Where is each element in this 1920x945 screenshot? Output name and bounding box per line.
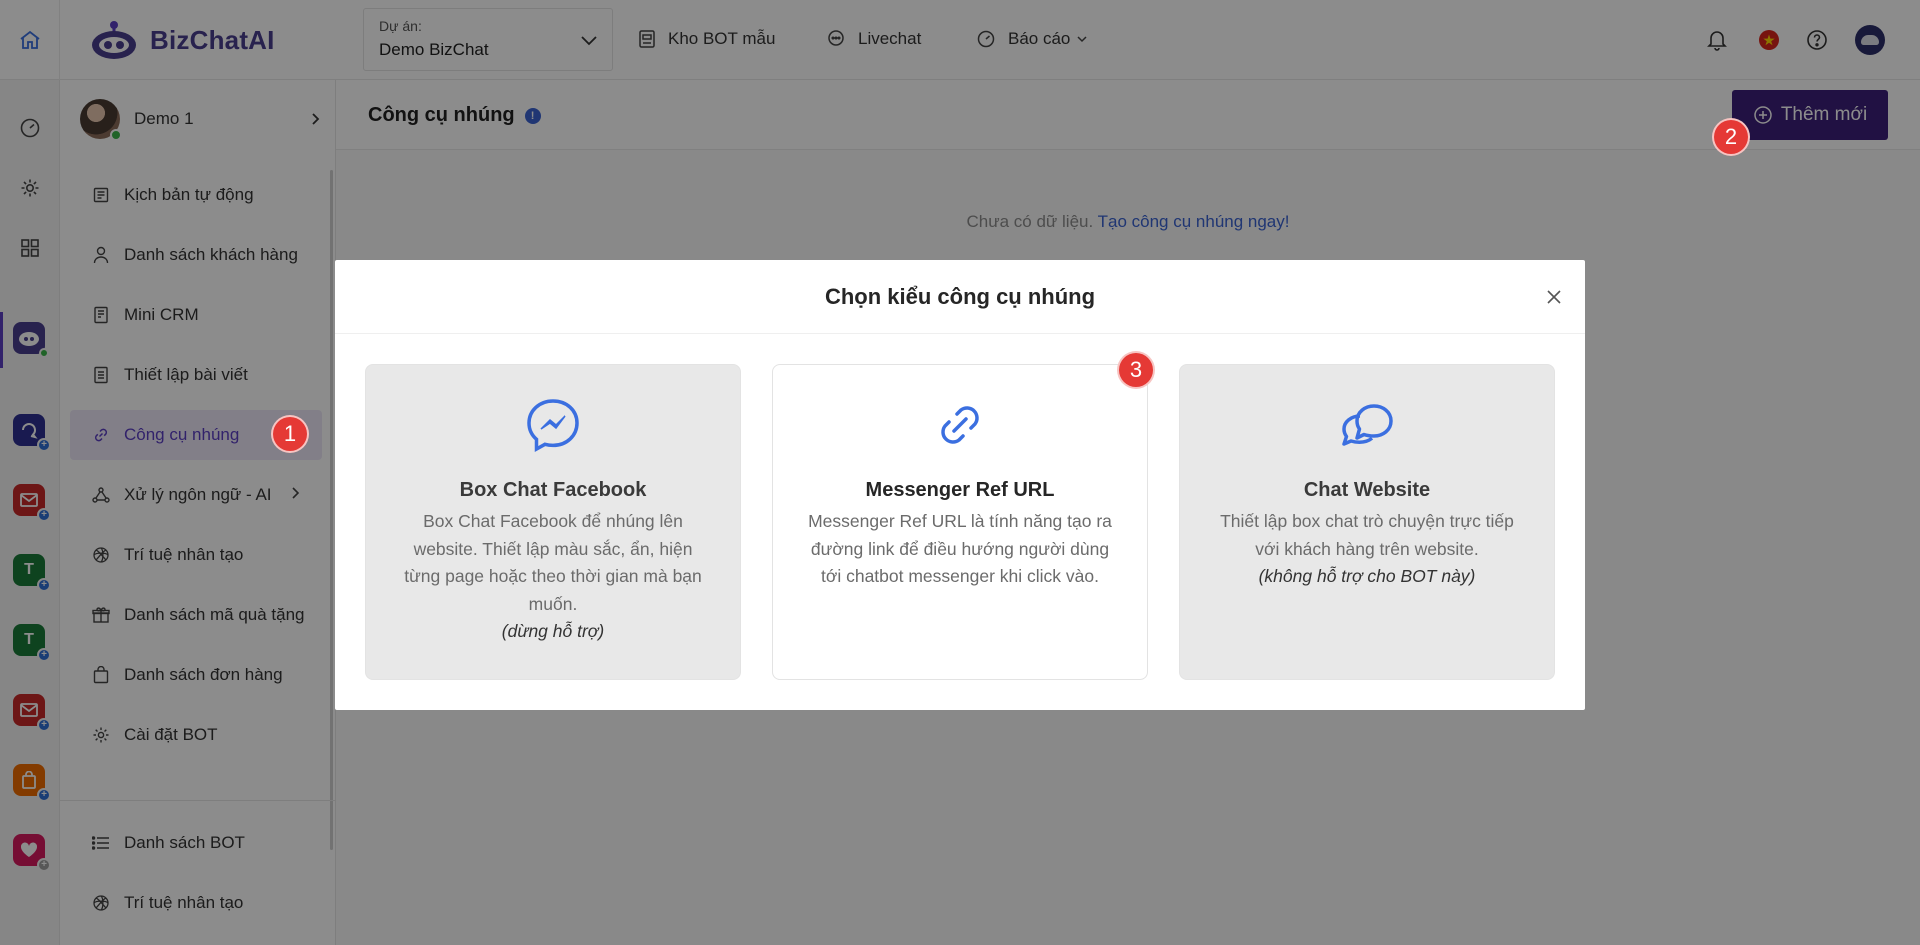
modal-title: Chọn kiểu công cụ nhúng [335, 260, 1585, 334]
chat-bubbles-icon [1337, 395, 1397, 455]
card-title: Box Chat Facebook [459, 479, 647, 501]
card-description: Box Chat Facebook để nhúng lên website. … [404, 511, 702, 614]
step-badge-2: 2 [1712, 118, 1750, 156]
card-messenger-ref-url[interactable]: Messenger Ref URL Messenger Ref URL là t… [772, 364, 1148, 680]
link-chain-icon [930, 395, 990, 455]
card-title: Messenger Ref URL [865, 479, 1055, 501]
close-button[interactable] [1541, 284, 1567, 310]
card-description: Thiết lập box chat trò chuyện trực tiếp … [1220, 511, 1514, 559]
card-note: (không hỗ trợ cho BOT này) [1258, 566, 1476, 586]
card-title: Chat Website [1303, 479, 1431, 501]
step-badge-3: 3 [1117, 351, 1155, 389]
card-description: Messenger Ref URL là tính năng tạo ra đư… [808, 511, 1112, 586]
card-chat-website: Chat Website Thiết lập box chat trò chuy… [1179, 364, 1555, 680]
card-box-chat-facebook: Box Chat Facebook Box Chat Facebook để n… [365, 364, 741, 680]
close-icon [1547, 290, 1561, 304]
step-badge-1: 1 [271, 415, 309, 453]
card-note: (dừng hỗ trợ) [501, 621, 605, 641]
embed-type-modal: Chọn kiểu công cụ nhúng Box Chat Faceboo… [335, 260, 1585, 710]
messenger-icon [523, 395, 583, 455]
